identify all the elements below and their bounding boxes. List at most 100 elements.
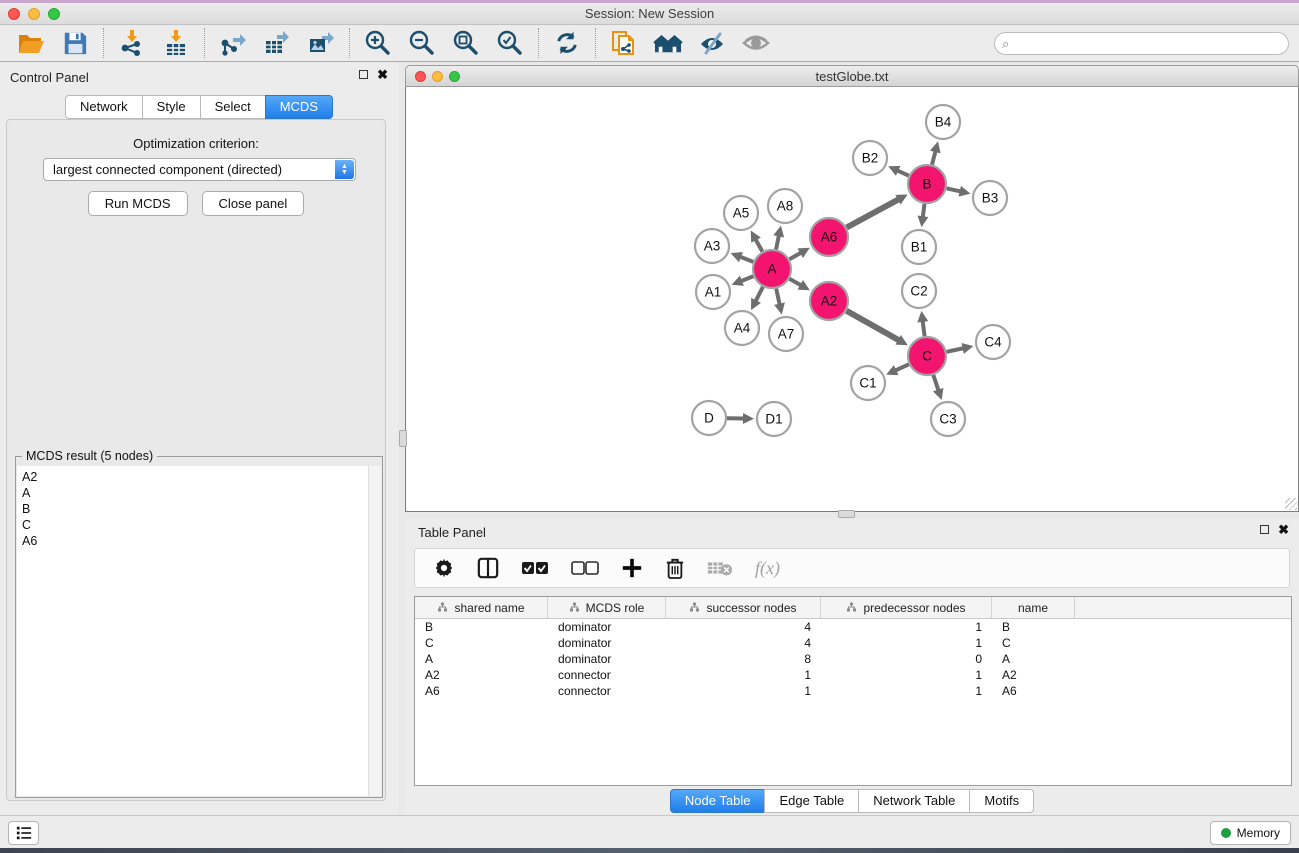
edge-C-C3[interactable] — [933, 375, 939, 392]
node-label-A7: A7 — [778, 327, 795, 342]
import-network-icon[interactable] — [117, 28, 147, 58]
edge-A-A6[interactable] — [789, 252, 802, 259]
table-cell: 0 — [821, 651, 992, 667]
function-builder-icon[interactable]: f(x) — [755, 558, 780, 579]
table-cell: B — [992, 619, 1075, 635]
close-table-panel-icon[interactable]: ✖ — [1278, 525, 1289, 534]
edge-B-B1[interactable] — [923, 204, 925, 218]
tab-select[interactable]: Select — [200, 95, 265, 119]
mcds-result-list[interactable]: A2ABCA6 — [17, 466, 381, 796]
table-row[interactable]: Adominator80A — [415, 651, 1291, 667]
table-tab-node-table[interactable]: Node Table — [670, 789, 765, 813]
network-graph[interactable]: AA1A2A3A4A5A6A7A8BB1B2B3B4CC1C2C3C4DD1 — [406, 87, 1298, 510]
edge-C-C2[interactable] — [923, 320, 925, 336]
mcds-result-item[interactable]: A2 — [22, 469, 381, 485]
table-cell: 1 — [821, 635, 992, 651]
edge-B-B2[interactable] — [896, 170, 908, 176]
edge-A-A1[interactable] — [740, 276, 753, 281]
tab-style[interactable]: Style — [142, 95, 200, 119]
table-tab-edge-table[interactable]: Edge Table — [764, 789, 858, 813]
deselect-all-columns-icon[interactable] — [571, 561, 599, 575]
hide-panel-eye-icon[interactable] — [697, 28, 727, 58]
mcds-result-item[interactable]: B — [22, 501, 381, 517]
column-header-successor-nodes[interactable]: successor nodes — [666, 597, 821, 618]
edge-B-B3[interactable] — [947, 188, 962, 191]
refresh-layout-icon[interactable] — [552, 28, 582, 58]
table-cell: 8 — [666, 651, 821, 667]
table-cell: A — [415, 651, 548, 667]
list-icon — [15, 825, 33, 841]
edge-A-A8[interactable] — [776, 234, 779, 249]
edge-A6-B[interactable] — [847, 199, 900, 228]
zoom-fit-icon[interactable] — [451, 28, 481, 58]
task-history-button[interactable] — [8, 821, 39, 845]
resize-grip-icon[interactable] — [1285, 498, 1297, 510]
show-graphics-eye-icon[interactable] — [741, 28, 771, 58]
table-tab-motifs[interactable]: Motifs — [969, 789, 1034, 813]
import-table-icon[interactable] — [161, 28, 191, 58]
network-window-titlebar: testGlobe.txt — [405, 65, 1299, 87]
close-panel-icon[interactable]: ✖ — [377, 70, 388, 79]
edge-A2-C[interactable] — [846, 311, 900, 341]
clone-network-icon[interactable] — [609, 28, 639, 58]
edge-A-A7[interactable] — [776, 289, 780, 306]
show-columns-icon[interactable] — [477, 557, 499, 579]
splitter-handle-vertical[interactable] — [399, 430, 407, 447]
export-table-icon[interactable] — [262, 28, 292, 58]
add-column-icon[interactable] — [621, 557, 643, 579]
table-panel-header: Table Panel ✖ — [405, 523, 1299, 543]
column-header-name[interactable]: name — [992, 597, 1075, 618]
table-tab-network-table[interactable]: Network Table — [858, 789, 969, 813]
memory-button[interactable]: Memory — [1210, 821, 1291, 845]
edge-A-A3[interactable] — [739, 256, 753, 261]
node-label-C1: C1 — [859, 376, 876, 391]
control-panel-title: Control Panel — [10, 70, 89, 85]
zoom-selected-icon[interactable] — [495, 28, 525, 58]
column-header-predecessor-nodes[interactable]: predecessor nodes — [821, 597, 992, 618]
edge-A-A5[interactable] — [755, 238, 762, 251]
network-overview-icon[interactable] — [653, 28, 683, 58]
tab-network[interactable]: Network — [65, 95, 142, 119]
table-panel-title: Table Panel — [418, 525, 486, 540]
edge-C-C4[interactable] — [947, 348, 965, 352]
edge-A-A2[interactable] — [789, 279, 802, 286]
edge-B-B4[interactable] — [932, 150, 936, 165]
open-session-icon[interactable] — [16, 28, 46, 58]
export-network-icon[interactable] — [218, 28, 248, 58]
table-row[interactable]: A2connector11A2 — [415, 667, 1291, 683]
delete-column-trash-icon[interactable] — [665, 557, 685, 579]
float-table-panel-icon[interactable] — [1260, 525, 1269, 534]
result-scrollbar[interactable] — [368, 466, 381, 796]
mcds-result-item[interactable]: A6 — [22, 533, 381, 549]
column-header-MCDS-role[interactable]: MCDS role — [548, 597, 666, 618]
node-table[interactable]: shared nameMCDS rolesuccessor nodesprede… — [414, 596, 1292, 786]
run-mcds-button[interactable]: Run MCDS — [88, 191, 188, 216]
table-settings-gear-icon[interactable] — [433, 557, 455, 579]
export-image-icon[interactable] — [306, 28, 336, 58]
column-header-shared-name[interactable]: shared name — [415, 597, 548, 618]
splitter-handle-horizontal[interactable] — [838, 510, 855, 518]
node-label-A2: A2 — [821, 294, 838, 309]
table-row[interactable]: Cdominator41C — [415, 635, 1291, 651]
mcds-result-item[interactable]: C — [22, 517, 381, 533]
table-row[interactable]: A6connector11A6 — [415, 683, 1291, 699]
search-input[interactable] — [994, 32, 1289, 55]
select-all-columns-icon[interactable] — [521, 561, 549, 575]
node-label-B2: B2 — [862, 151, 879, 166]
tab-mcds[interactable]: MCDS — [265, 95, 333, 119]
table-row[interactable]: Bdominator41B — [415, 619, 1291, 635]
save-session-icon[interactable] — [60, 28, 90, 58]
edge-C-C1[interactable] — [894, 364, 908, 371]
optimization-criterion-select[interactable]: largest connected component (directed) ▲… — [43, 158, 356, 181]
network-canvas[interactable]: AA1A2A3A4A5A6A7A8BB1B2B3B4CC1C2C3C4DD1 — [405, 87, 1299, 512]
node-label-A3: A3 — [704, 239, 721, 254]
table-cell: C — [415, 635, 548, 651]
delete-table-icon[interactable] — [707, 559, 733, 577]
table-cell: 1 — [666, 667, 821, 683]
zoom-out-icon[interactable] — [407, 28, 437, 58]
edge-A-A4[interactable] — [755, 287, 763, 302]
mcds-result-item[interactable]: A — [22, 485, 381, 501]
close-panel-button[interactable]: Close panel — [202, 191, 305, 216]
float-panel-icon[interactable] — [359, 70, 368, 79]
zoom-in-icon[interactable] — [363, 28, 393, 58]
